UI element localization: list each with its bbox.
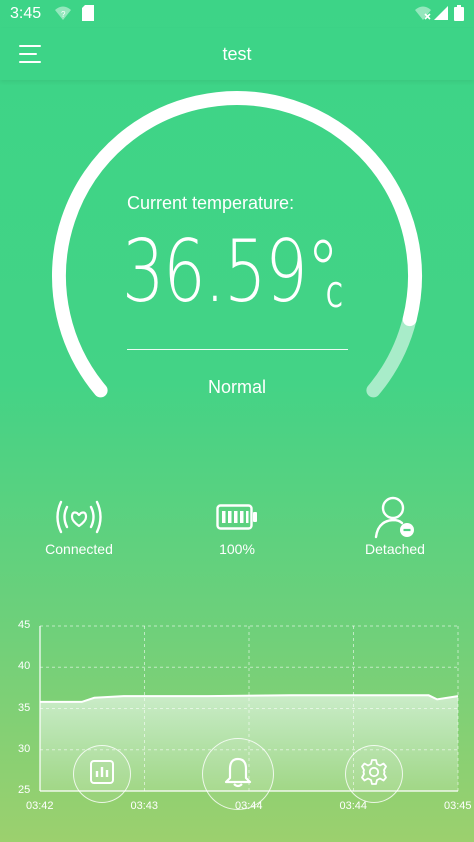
current-temperature-label: Current temperature: (127, 193, 295, 213)
connection-status: Connected (19, 494, 139, 557)
gear-icon (360, 758, 388, 791)
battery-icon (177, 494, 297, 540)
bell-icon (224, 756, 252, 793)
wifi-question-icon: ? (54, 5, 72, 26)
wifi-off-icon (414, 5, 432, 26)
battery-status-icon (454, 5, 464, 26)
page-title: test (222, 44, 252, 64)
attachment-status-label: Detached (365, 541, 425, 557)
chart-x-tick-label: 03:45 (444, 800, 472, 812)
connection-status-label: Connected (45, 541, 113, 557)
temperature-status: Normal (207, 377, 266, 397)
sd-card-icon (82, 5, 94, 26)
battery-level-label: 100% (219, 541, 255, 557)
battery-level: 100% (177, 494, 297, 557)
chart-y-tick-label: 35 (18, 701, 31, 714)
temperature-value: 36.59° (122, 222, 340, 322)
report-icon (89, 759, 115, 790)
heart-signal-icon (19, 494, 139, 540)
settings-button[interactable] (345, 745, 403, 803)
user-minus-icon (335, 494, 455, 540)
status-bar: 3:45 ? (0, 0, 474, 28)
gauge-divider (127, 349, 348, 350)
chart-x-tick-label: 03:42 (26, 800, 54, 812)
attachment-status: Detached (335, 494, 455, 557)
status-time: 3:45 (10, 5, 42, 22)
chart-x-tick-label: 03:44 (339, 800, 368, 812)
temperature-unit: C (326, 276, 343, 316)
chart-y-tick-label: 45 (18, 619, 31, 631)
chart-y-tick-label: 40 (18, 660, 31, 673)
alarm-button[interactable] (202, 738, 274, 810)
report-button[interactable] (73, 745, 131, 803)
chart-y-tick-label: 30 (18, 742, 31, 755)
signal-icon (434, 5, 448, 26)
svg-text:?: ? (61, 10, 66, 19)
app-bar: test (0, 28, 474, 80)
chart-x-tick-label: 03:43 (130, 800, 159, 812)
chart-y-tick-label: 25 (18, 784, 31, 796)
